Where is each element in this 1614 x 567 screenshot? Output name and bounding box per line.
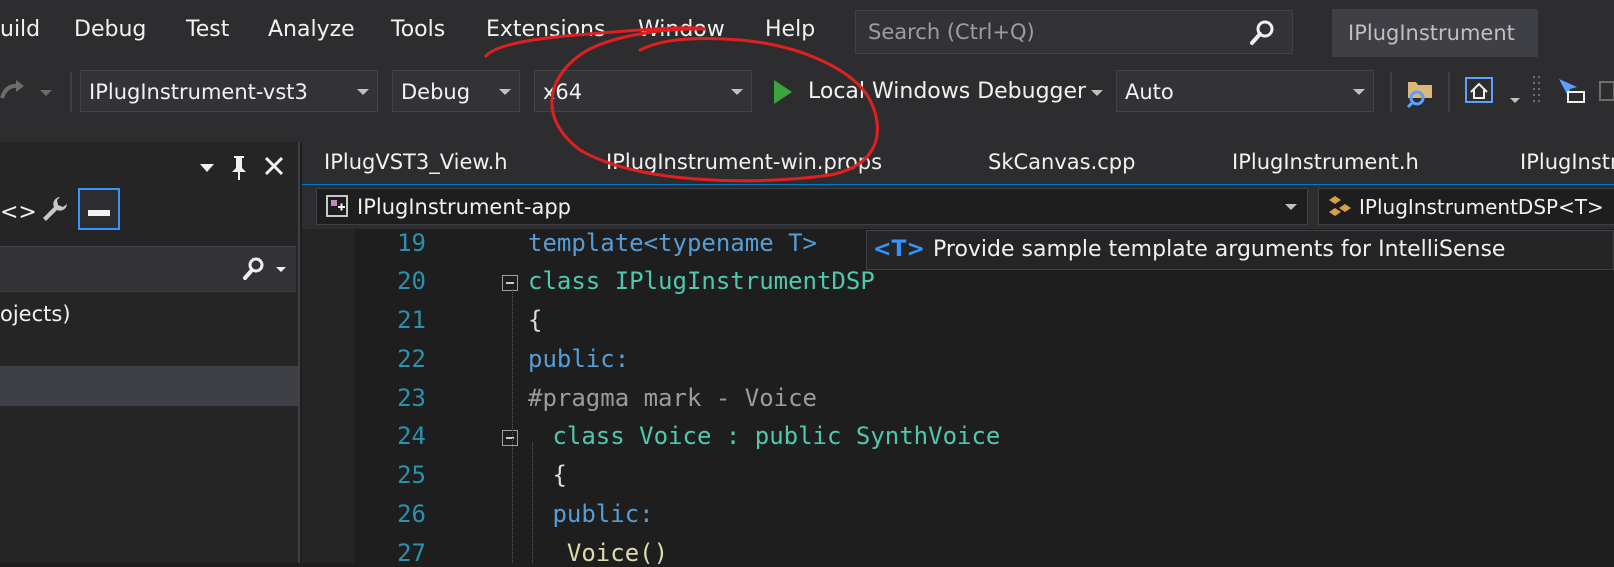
code-line[interactable]: { (538, 461, 566, 489)
hint-text: Provide sample template arguments for In… (933, 237, 1506, 262)
menu-extensions[interactable]: Extensions (486, 17, 605, 42)
configuration-select[interactable]: Debug (392, 70, 520, 112)
tab-iplug-instrument-win-props[interactable]: IPlugInstrument-win.props (606, 150, 882, 174)
find-in-files-icon[interactable] (1404, 76, 1438, 108)
menu-analyze[interactable]: Analyze (268, 17, 355, 42)
tree-item-solution[interactable]: ojects) (0, 302, 71, 326)
window-icon[interactable] (1598, 78, 1614, 106)
class-select[interactable]: IPlugInstrumentDSP<T> (1318, 188, 1614, 225)
project-name: IPlugInstrument-app (357, 195, 571, 219)
toolbar-separator (1448, 72, 1450, 112)
platform-select[interactable]: x64 (534, 70, 752, 112)
preview-toggle-button[interactable] (78, 188, 120, 230)
search-options-icon[interactable] (276, 267, 286, 272)
code-editor[interactable]: 19 template<typename T> 20 class IPlugIn… (302, 229, 1614, 567)
search-icon (1250, 20, 1274, 45)
start-debugging-button[interactable]: Local Windows Debugger (808, 79, 1086, 104)
menu-bar: uild Debug Test Analyze Tools Extensions… (0, 0, 1614, 66)
chevron-down-icon (731, 89, 743, 95)
startup-project-select[interactable]: IPlugInstrument-vst3 (80, 70, 378, 112)
search-input[interactable]: Search (Ctrl+Q) (855, 10, 1293, 54)
code-line[interactable]: { (528, 306, 542, 334)
solution-name-badge: IPlugInstrument (1332, 9, 1538, 57)
toolbar: IPlugInstrument-vst3 Debug x64 Local Win… (0, 66, 1614, 142)
tree-item-selected[interactable] (0, 366, 298, 406)
solution-name: IPlugInstrument (1348, 21, 1515, 45)
configuration-value: Debug (401, 80, 471, 104)
close-icon[interactable] (262, 154, 286, 178)
panel-search-input[interactable] (0, 246, 296, 292)
navigation-bar: IPlugInstrument-app IPlugInstrumentDSP<T… (302, 185, 1614, 229)
project-icon (326, 195, 348, 217)
toolbar-grip-icon[interactable] (1532, 74, 1542, 110)
line-number: 21 (397, 306, 426, 334)
redo-icon[interactable] (0, 78, 30, 104)
code-line[interactable]: #pragma mark - Voice (528, 384, 817, 412)
menu-test[interactable]: Test (186, 17, 229, 42)
menu-window[interactable]: Window (638, 17, 725, 42)
code-view-icon[interactable]: <> (0, 200, 37, 225)
menu-tools[interactable]: Tools (391, 17, 445, 42)
code-line[interactable]: template<typename T> (528, 229, 817, 257)
pin-icon[interactable] (228, 154, 250, 182)
chevron-down-icon (499, 89, 511, 95)
tab-iplugvst3-view-h[interactable]: IPlugVST3_View.h (324, 150, 508, 174)
collapse-icon (88, 210, 110, 216)
line-number: 26 (397, 500, 426, 528)
code-line[interactable]: class IPlugInstrumentDSP (528, 267, 875, 295)
platform-value: x64 (543, 80, 583, 104)
menu-help[interactable]: Help (765, 17, 815, 42)
menu-debug[interactable]: Debug (74, 17, 146, 42)
class-icon (1329, 196, 1351, 216)
template-argument-hint[interactable]: <T> Provide sample template arguments fo… (866, 230, 1614, 270)
debugger-mode-select[interactable]: Auto (1116, 70, 1374, 112)
tab-iplug-instrument-h[interactable]: IPlugInstrument.h (1232, 150, 1419, 174)
line-number: 19 (397, 229, 426, 257)
solution-explorer-panel: <> ojects) (0, 142, 300, 563)
tab-iplug-instrument-partial[interactable]: IPlugInstr (1520, 150, 1614, 174)
home-icon[interactable] (1464, 76, 1496, 106)
line-number: 22 (397, 345, 426, 373)
toolbar-overflow-icon[interactable] (1510, 98, 1520, 103)
chevron-down-icon (1285, 204, 1297, 210)
panel-menu-icon[interactable] (200, 164, 214, 172)
code-line[interactable]: public: (538, 500, 653, 528)
play-icon[interactable] (772, 79, 794, 105)
toolbar-separator (70, 72, 72, 112)
editor-margin (302, 229, 354, 563)
tab-skcanvas-cpp[interactable]: SkCanvas.cpp (988, 150, 1135, 174)
indent-guide (532, 443, 534, 563)
line-number: 24 (397, 422, 426, 450)
toolbar-separator (1390, 72, 1392, 112)
document-tabs: IPlugVST3_View.h IPlugInstrument-win.pro… (302, 142, 1614, 187)
code-line[interactable]: class Voice : public SynthVoice (538, 422, 1000, 450)
collapse-icon[interactable] (502, 275, 518, 291)
chevron-down-icon (357, 89, 369, 95)
collapse-icon[interactable] (502, 430, 518, 446)
select-element-icon[interactable] (1556, 76, 1588, 108)
wrench-icon[interactable] (40, 194, 70, 224)
search-icon (243, 257, 264, 280)
debugger-dropdown-icon[interactable] (1091, 90, 1103, 96)
startup-project-value: IPlugInstrument-vst3 (89, 80, 308, 104)
debugger-mode-value: Auto (1125, 80, 1174, 104)
chevron-down-icon (1353, 89, 1365, 95)
search-placeholder: Search (Ctrl+Q) (868, 20, 1035, 44)
class-name: IPlugInstrumentDSP<T> (1359, 195, 1604, 219)
menu-build[interactable]: uild (0, 17, 40, 42)
redo-dropdown-icon[interactable] (40, 90, 52, 96)
code-line[interactable]: public: (528, 345, 629, 373)
line-number: 25 (397, 461, 426, 489)
project-select[interactable]: IPlugInstrument-app (316, 188, 1308, 225)
template-badge: <T> (873, 237, 925, 262)
indent-guide (512, 289, 514, 563)
line-number: 23 (397, 384, 426, 412)
line-number: 20 (397, 267, 426, 295)
